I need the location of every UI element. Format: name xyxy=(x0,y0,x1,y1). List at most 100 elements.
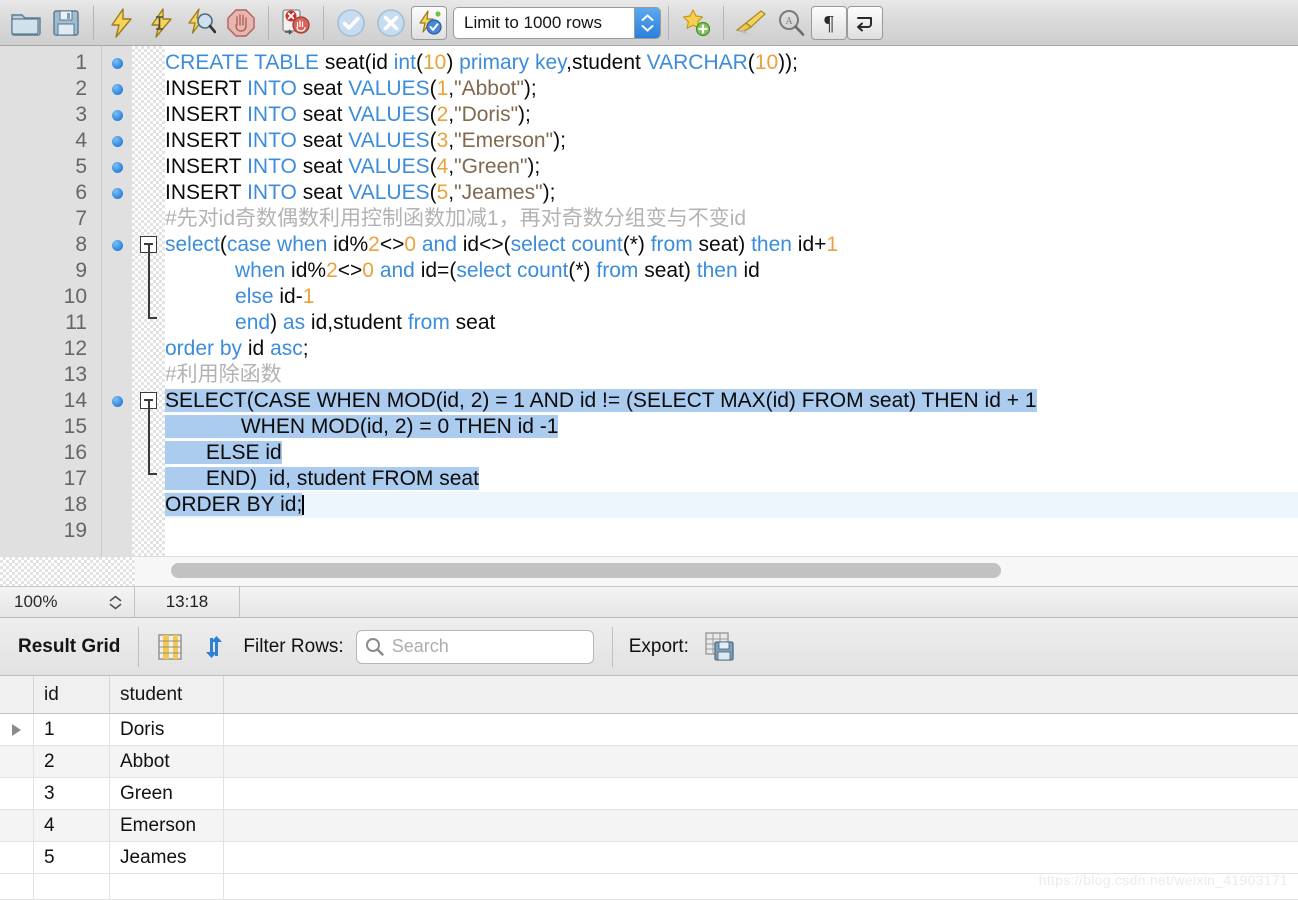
cell-student[interactable]: Green xyxy=(110,778,224,809)
row-selection-indicator[interactable] xyxy=(0,714,34,745)
result-grid-toolbar: Result Grid Filter Rows: Search Export: xyxy=(0,618,1298,676)
code-comment-line[interactable]: #利用除函数 xyxy=(165,362,1298,388)
toolbar-separator-5 xyxy=(723,5,724,40)
code-comment-line[interactable]: #先对id奇数偶数利用控制函数加减1，再对奇数分组变与不变id xyxy=(165,206,1298,232)
code-line[interactable]: INSERT INTO seat VALUES(4,"Green"); xyxy=(165,154,1298,180)
statement-marker[interactable] xyxy=(102,50,132,76)
code-line-selected[interactable]: ELSE id xyxy=(165,440,1298,466)
scrollbar-thumb[interactable] xyxy=(171,563,1001,578)
zoom-stepper[interactable] xyxy=(109,594,122,610)
row-selection-indicator[interactable] xyxy=(0,778,34,809)
code-line[interactable]: end) as id,student from seat xyxy=(165,310,1298,336)
stop-icon[interactable] xyxy=(221,4,261,42)
zoom-control[interactable]: 100% xyxy=(0,587,135,617)
line-number: 19 xyxy=(63,519,87,542)
commit-icon[interactable] xyxy=(331,4,371,42)
result-grid[interactable]: id student 1 Doris 2 Abbot 3 Green 4 Eme… xyxy=(0,676,1298,900)
code-line[interactable]: INSERT INTO seat VALUES(1,"Abbot"); xyxy=(165,76,1298,102)
cell-id[interactable]: 4 xyxy=(34,810,110,841)
breakpoint-marker-gutter[interactable] xyxy=(102,46,132,556)
row-selection-indicator[interactable] xyxy=(0,842,34,873)
row-selection-indicator[interactable] xyxy=(0,746,34,777)
search-input[interactable]: Search xyxy=(355,629,594,664)
table-row[interactable]: 1 Doris xyxy=(0,714,1298,746)
code-line[interactable]: else id-1 xyxy=(165,284,1298,310)
line-number: 5 xyxy=(75,155,87,178)
export-label: Export: xyxy=(628,635,689,657)
add-snippet-icon[interactable] xyxy=(676,4,716,42)
code-line[interactable]: when id%2<>0 and id=(select count(*) fro… xyxy=(165,258,1298,284)
find-icon[interactable]: A xyxy=(771,4,811,42)
grid-view-icon[interactable] xyxy=(155,633,185,660)
code-line-selected[interactable]: WHEN MOD(id, 2) = 0 THEN id -1 xyxy=(165,414,1298,440)
search-icon xyxy=(365,638,384,656)
grid-empty-row[interactable] xyxy=(0,874,1298,900)
beautify-icon[interactable] xyxy=(731,4,771,42)
statement-marker[interactable] xyxy=(102,76,132,102)
invisible-chars-icon[interactable]: ¶ xyxy=(811,5,847,40)
comment-text: #利用除函数 xyxy=(165,363,282,386)
code-text-area[interactable]: CREATE TABLE seat(id int(10) primary key… xyxy=(165,46,1298,556)
export-icon[interactable] xyxy=(701,631,741,663)
cell-student[interactable]: Emerson xyxy=(110,810,224,841)
selected-code-text: SELECT(CASE WHEN MOD(id, 2) = 1 AND id !… xyxy=(165,389,1037,412)
table-row[interactable]: 5 Jeames xyxy=(0,842,1298,874)
execute-current-statement-icon[interactable] xyxy=(141,4,181,42)
code-line[interactable]: order by id asc; xyxy=(165,336,1298,362)
cell-id[interactable]: 3 xyxy=(34,778,110,809)
toolbar-separator-4 xyxy=(668,5,669,40)
row-arrow-icon xyxy=(12,723,21,736)
code-line[interactable]: INSERT INTO seat VALUES(5,"Jeames"); xyxy=(165,180,1298,206)
cell-student[interactable]: Abbot xyxy=(110,746,224,777)
line-number: 2 xyxy=(75,77,87,100)
statement-marker[interactable] xyxy=(102,388,132,414)
code-line[interactable]: CREATE TABLE seat(id int(10) primary key… xyxy=(165,50,1298,76)
wrap-lines-icon[interactable] xyxy=(847,5,883,40)
line-number: 15 xyxy=(63,415,87,438)
statement-marker[interactable] xyxy=(102,128,132,154)
cell-student[interactable]: Doris xyxy=(110,714,224,745)
code-line[interactable]: select(case when id%2<>0 and id<>(select… xyxy=(165,232,1298,258)
editor-horizontal-scrollbar[interactable] xyxy=(0,556,1298,586)
rollback-icon[interactable] xyxy=(371,4,411,42)
column-header-id[interactable]: id xyxy=(34,676,110,713)
line-number: 1 xyxy=(75,51,87,74)
line-number: 13 xyxy=(63,363,87,386)
statement-marker[interactable] xyxy=(102,102,132,128)
line-number-gutter: 1 2 3 4 5 6 7 8 9 10 11 12 13 14 15 16 1… xyxy=(0,46,102,556)
line-number: 9 xyxy=(75,259,87,282)
cell-id[interactable]: 5 xyxy=(34,842,110,873)
sql-code-editor[interactable]: 1 2 3 4 5 6 7 8 9 10 11 12 13 14 15 16 1… xyxy=(0,46,1298,556)
statement-marker[interactable] xyxy=(102,180,132,206)
limit-rows-stepper[interactable] xyxy=(634,7,660,38)
cell-student[interactable]: Jeames xyxy=(110,842,224,873)
statement-marker[interactable] xyxy=(102,154,132,180)
code-line-selected[interactable]: SELECT(CASE WHEN MOD(id, 2) = 1 AND id !… xyxy=(165,388,1298,414)
autocommit-icon[interactable] xyxy=(411,5,447,40)
open-script-icon[interactable] xyxy=(6,4,46,42)
scrollbar-track[interactable] xyxy=(135,557,1298,586)
save-script-icon[interactable] xyxy=(46,4,86,42)
execute-icon[interactable] xyxy=(101,4,141,42)
statement-marker[interactable] xyxy=(102,232,132,258)
code-folding-gutter[interactable] xyxy=(132,46,165,556)
code-line[interactable]: INSERT INTO seat VALUES(2,"Doris"); xyxy=(165,102,1298,128)
code-line-current[interactable]: ORDER BY id; xyxy=(165,492,1298,518)
line-number: 8 xyxy=(75,233,87,256)
code-line[interactable] xyxy=(165,518,1298,544)
refresh-icon[interactable] xyxy=(199,634,229,660)
cell-id[interactable]: 2 xyxy=(34,746,110,777)
limit-rows-select[interactable]: Limit to 1000 rows xyxy=(453,6,661,39)
column-header-student[interactable]: student xyxy=(110,676,224,713)
table-row[interactable]: 4 Emerson xyxy=(0,810,1298,842)
code-line-selected[interactable]: END) id, student FROM seat xyxy=(165,466,1298,492)
selected-code-text: WHEN MOD(id, 2) = 0 THEN id -1 xyxy=(165,415,559,438)
table-row[interactable]: 2 Abbot xyxy=(0,746,1298,778)
stop-on-error-icon[interactable] xyxy=(276,4,316,42)
limit-rows-value: Limit to 1000 rows xyxy=(464,12,602,32)
table-row[interactable]: 3 Green xyxy=(0,778,1298,810)
cell-id[interactable]: 1 xyxy=(34,714,110,745)
explain-icon[interactable] xyxy=(181,4,221,42)
code-line[interactable]: INSERT INTO seat VALUES(3,"Emerson"); xyxy=(165,128,1298,154)
row-selection-indicator[interactable] xyxy=(0,810,34,841)
